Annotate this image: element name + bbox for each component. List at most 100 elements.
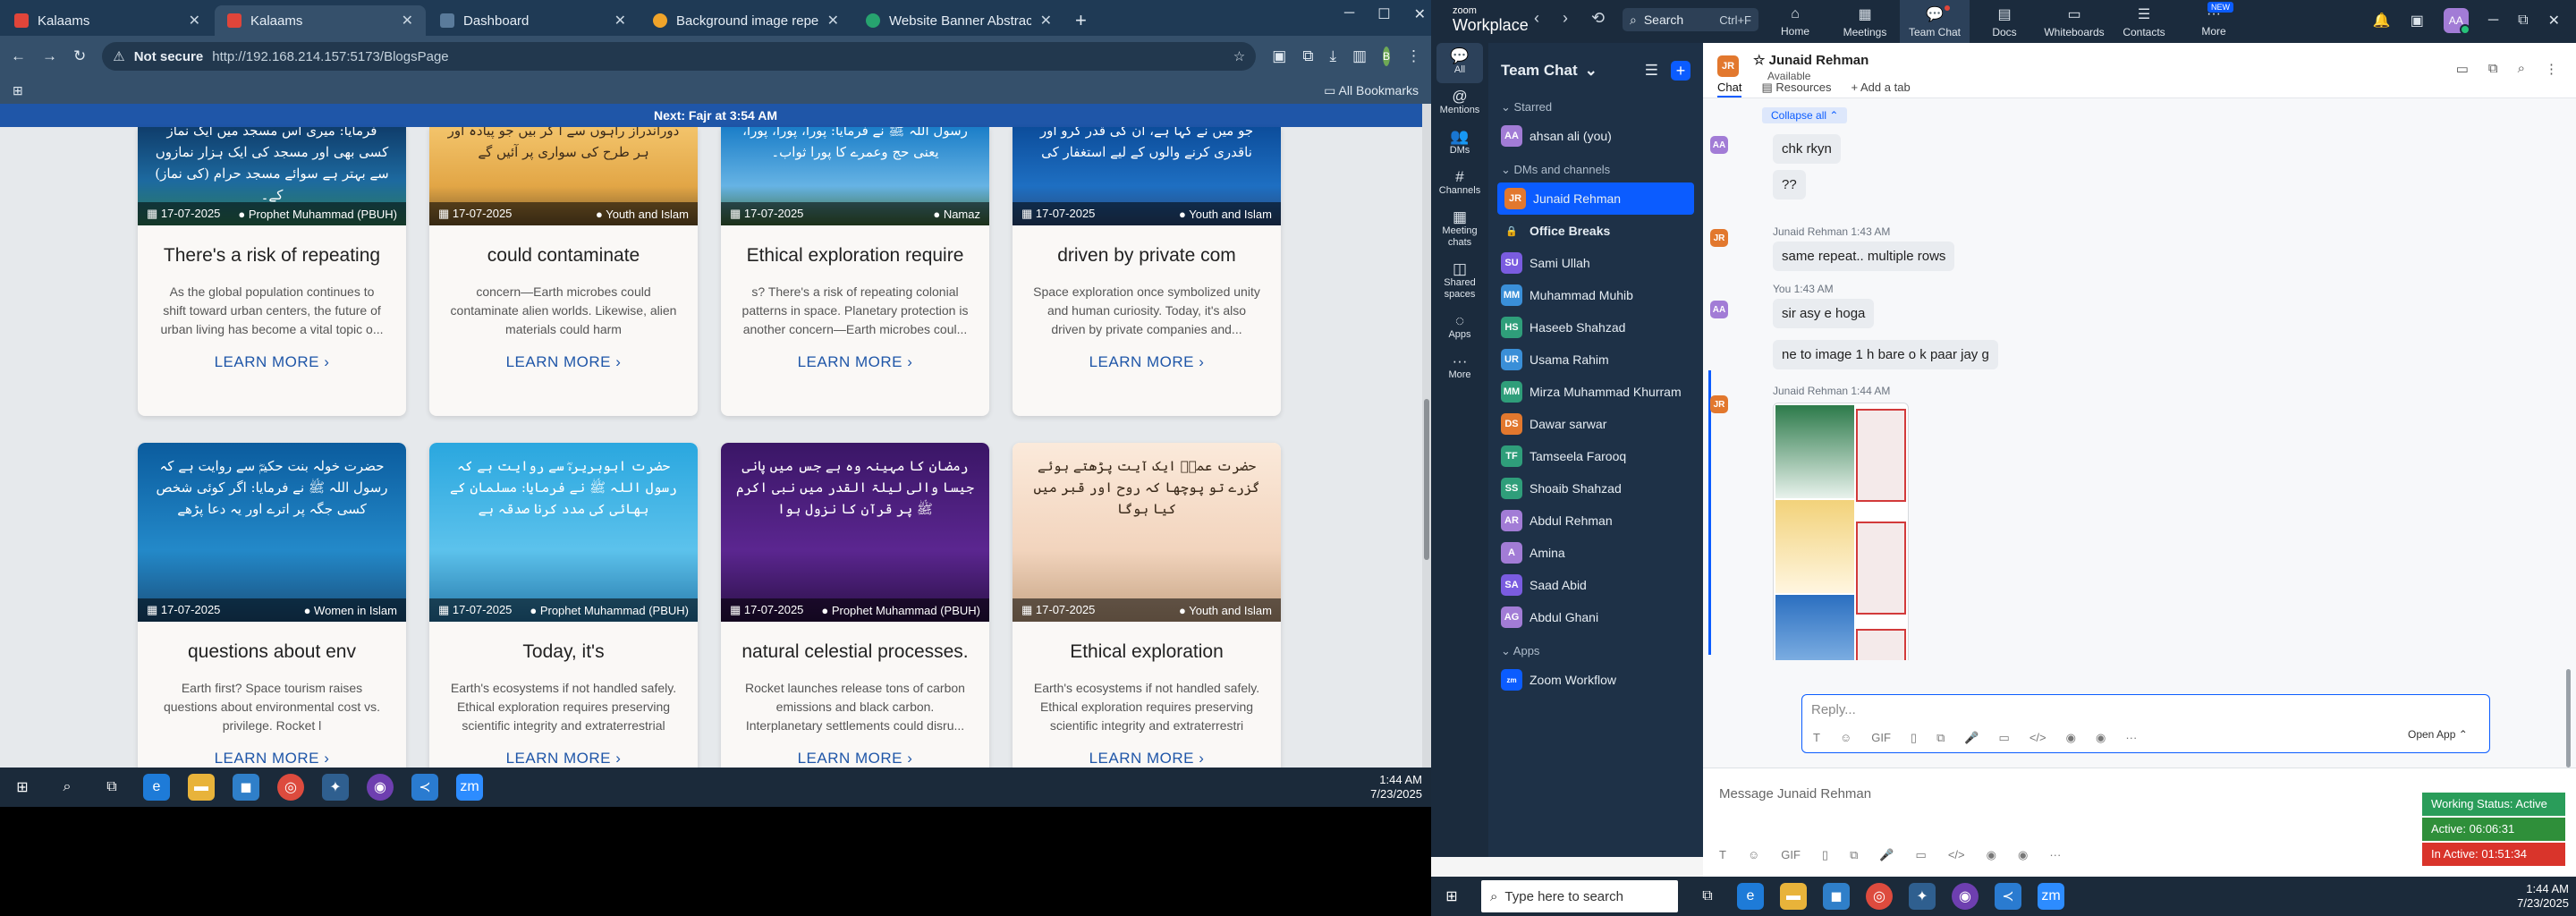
new-tab-button[interactable]: + (1064, 5, 1097, 36)
app-item[interactable]: zm Zoom Workflow (1488, 664, 1703, 696)
rail-more[interactable]: ··· More (1431, 348, 1488, 388)
app-icon[interactable]: ✦ (322, 774, 349, 801)
contact-item[interactable]: SU Sami Ullah (1488, 247, 1703, 279)
file-explorer-icon[interactable]: ▬ (1780, 883, 1807, 910)
contact-item[interactable]: AG Abdul Ghani (1488, 601, 1703, 633)
contact-item-active[interactable]: JR Junaid Rehman (1497, 182, 1694, 215)
windows-start-icon[interactable]: ⊞ (9, 774, 36, 801)
format-icon[interactable]: T (1813, 731, 1820, 745)
image-attachment[interactable] (1773, 403, 1909, 660)
maximize-icon[interactable]: ☐ (1377, 5, 1390, 23)
history-icon[interactable]: ⟲ (1591, 9, 1605, 28)
rail-meeting-chats[interactable]: ▦ Meeting chats (1431, 204, 1488, 256)
video-clip-icon[interactable]: ▭ (1999, 731, 2010, 745)
app-icon[interactable]: ◉ (2066, 731, 2076, 745)
contact-item[interactable]: UR Usama Rahim (1488, 344, 1703, 376)
zoom-search[interactable]: ⌕ Search Ctrl+F (1623, 8, 1758, 31)
minimize-icon[interactable]: ─ (2488, 13, 2498, 29)
mic-icon[interactable]: 🎤 (1964, 731, 1979, 745)
contact-item[interactable]: MM Mirza Muhammad Khurram (1488, 376, 1703, 408)
contact-item[interactable]: DS Dawar sarwar (1488, 408, 1703, 440)
rail-apps[interactable]: ◌ Apps (1431, 308, 1488, 348)
download-icon[interactable]: ⤓ (1329, 47, 1336, 65)
file-icon[interactable]: ▯ (1822, 848, 1828, 862)
forward-icon[interactable]: → (42, 47, 57, 65)
forward-icon[interactable]: › (1563, 9, 1568, 28)
edge-icon[interactable]: e (1737, 883, 1764, 910)
learn-more-link[interactable]: LEARN MORE › (429, 353, 698, 371)
new-chat-button[interactable]: + (1671, 61, 1690, 81)
taskbar-search[interactable]: ⌕ Type here to search (1481, 880, 1678, 912)
close-tab-icon[interactable]: ✕ (614, 12, 626, 30)
screen-share-icon[interactable]: ⧉ (2488, 61, 2498, 77)
browser-tab[interactable]: Dashboard ✕ (428, 5, 639, 36)
github-icon[interactable]: ◉ (1952, 883, 1979, 910)
gif-icon[interactable]: GIF (1781, 848, 1801, 862)
contact-item[interactable]: SA Saad Abid (1488, 569, 1703, 601)
tab-more[interactable]: NEW ··· More (2179, 0, 2249, 43)
profile-avatar[interactable]: B (1383, 47, 1391, 66)
filter-icon[interactable]: ☰ (1645, 62, 1658, 80)
vscode-icon[interactable]: ≺ (411, 774, 438, 801)
app-icon[interactable]: ◉ (2096, 731, 2106, 745)
minimize-icon[interactable]: ─ (1344, 5, 1354, 23)
collapse-all-button[interactable]: Collapse all ⌃ (1762, 107, 1848, 123)
rail-dms[interactable]: 👥 DMs (1431, 123, 1488, 164)
contact-item[interactable]: TF Tamseela Farooq (1488, 440, 1703, 472)
menu-dots-icon[interactable]: ⋮ (1406, 47, 1421, 65)
zoom-taskbar-icon[interactable]: zm (456, 774, 483, 801)
scrollbar-thumb[interactable] (1424, 399, 1429, 560)
reload-icon[interactable]: ↻ (73, 47, 86, 65)
learn-more-link[interactable]: LEARN MORE › (138, 750, 406, 768)
message-bubble[interactable]: same repeat.. multiple rows (1773, 242, 1955, 271)
message-bubble[interactable]: ne to image 1 h bare o k paar jay g (1773, 340, 1998, 369)
more-icon[interactable]: ··· (2125, 731, 2137, 745)
browser-tab[interactable]: Website Banner Abstract Purpl ✕ (853, 5, 1064, 36)
contact-item[interactable]: HS Haseeb Shahzad (1488, 311, 1703, 344)
learn-more-link[interactable]: LEARN MORE › (1013, 750, 1281, 768)
chat-title[interactable]: ☆ Junaid Rehman (1753, 52, 1868, 68)
edge-icon[interactable]: e (143, 774, 170, 801)
tab-home[interactable]: ⌂ Home (1760, 0, 1830, 43)
close-tab-icon[interactable]: ✕ (402, 12, 413, 30)
tab-whiteboards[interactable]: ▭ Whiteboards (2039, 0, 2109, 43)
back-icon[interactable]: ‹ (1534, 9, 1539, 28)
browser-tab[interactable]: Kalaams ✕ (2, 5, 213, 36)
contact-item[interactable]: AR Abdul Rehman (1488, 505, 1703, 537)
contact-item[interactable]: AA ahsan ali (you) (1488, 120, 1703, 152)
message-bubble[interactable]: sir asy e hoga (1773, 299, 1875, 328)
chevron-down-icon[interactable]: ⌄ (1585, 62, 1597, 80)
close-tab-icon[interactable]: ✕ (1040, 12, 1052, 30)
format-icon[interactable]: T (1719, 848, 1726, 862)
page-scrollbar[interactable] (1422, 104, 1431, 768)
screenshot-icon[interactable]: ⧉ (1850, 848, 1858, 862)
emoji-icon[interactable]: ☺ (1748, 848, 1759, 862)
close-tab-icon[interactable]: ✕ (189, 12, 200, 30)
bell-icon[interactable]: 🔔 (2373, 12, 2391, 30)
more-icon[interactable]: ··· (2049, 848, 2061, 862)
all-bookmarks-button[interactable]: ▭ All Bookmarks (1324, 83, 1419, 98)
user-avatar[interactable]: AA (2443, 8, 2470, 35)
learn-more-link[interactable]: LEARN MORE › (721, 353, 989, 371)
section-apps[interactable]: ⌄ Apps (1488, 633, 1703, 664)
panel-icon[interactable]: ▣ (2411, 12, 2424, 30)
browser-tab-active[interactable]: Kalaams ✕ (215, 5, 426, 36)
search-icon[interactable]: ⌕ (2518, 61, 2525, 77)
close-window-icon[interactable]: ✕ (2548, 12, 2560, 30)
task-view-icon[interactable]: ⧉ (98, 774, 125, 801)
section-dms-channels[interactable]: ⌄ DMs and channels (1488, 152, 1703, 182)
store-icon[interactable]: ◼ (233, 774, 259, 801)
github-icon[interactable]: ◉ (367, 774, 394, 801)
rail-channels[interactable]: # Channels (1431, 164, 1488, 204)
search-icon[interactable]: ⌕ (54, 774, 80, 801)
tab-meetings[interactable]: ▦ Meetings (1830, 0, 1900, 43)
apps-grid-icon[interactable]: ⊞ (13, 83, 23, 98)
vscode-icon[interactable]: ≺ (1995, 883, 2021, 910)
contact-item[interactable]: MM Muhammad Muhib (1488, 279, 1703, 311)
tab-add[interactable]: + Add a tab (1852, 81, 1911, 98)
menu-dots-icon[interactable]: ⋮ (2545, 61, 2558, 77)
message-bubble[interactable]: chk rkyn (1773, 134, 1841, 164)
back-icon[interactable]: ← (11, 47, 26, 65)
tab-contacts[interactable]: ☰ Contacts (2109, 0, 2179, 43)
contact-item[interactable]: SS Shoaib Shahzad (1488, 472, 1703, 505)
